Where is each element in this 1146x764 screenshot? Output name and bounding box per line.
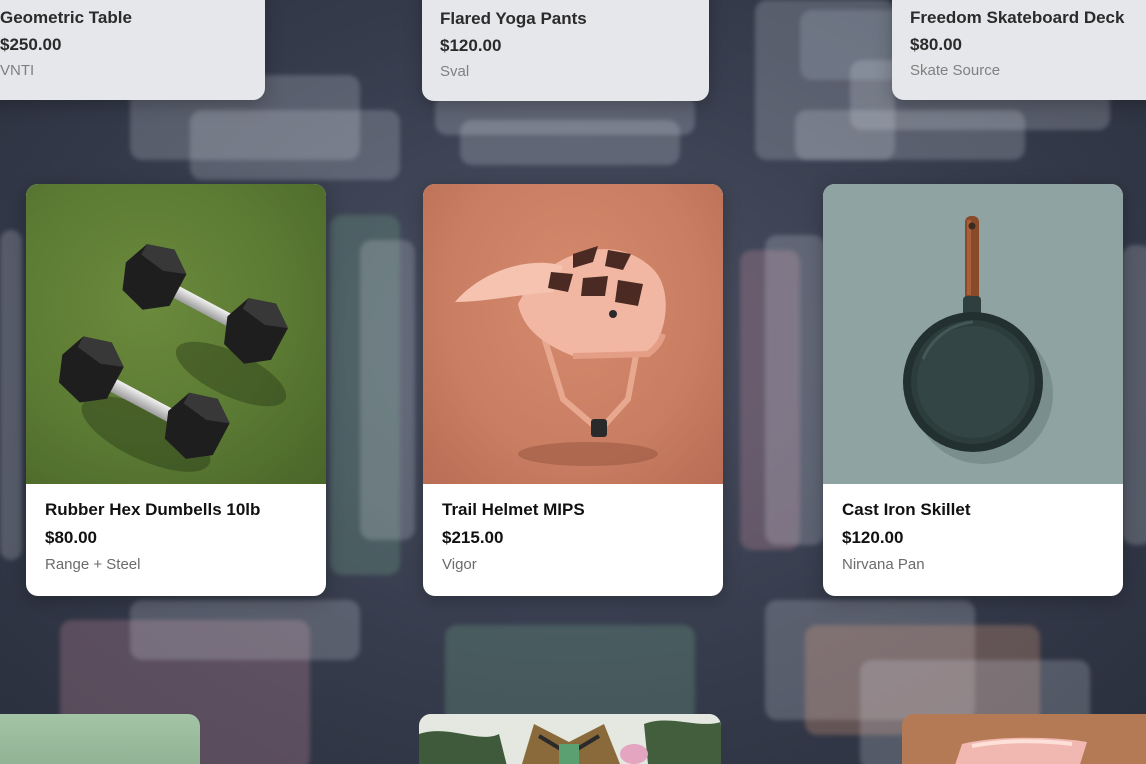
product-price: $120.00 — [842, 528, 904, 547]
product-title: Flared Yoga Pants — [440, 9, 587, 28]
ghost-card — [460, 120, 680, 165]
skillet-icon — [903, 216, 1053, 464]
product-image-dumbbells — [26, 184, 326, 484]
product-title: Cast Iron Skillet — [842, 500, 971, 519]
product-card-skillet[interactable]: Cast Iron Skillet $120.00 Nirvana Pan — [823, 184, 1123, 596]
product-card-bottom-3[interactable] — [902, 714, 1146, 764]
product-brand: VNTI — [0, 62, 35, 79]
pink-product-icon — [902, 714, 1146, 764]
product-brand: Sval — [440, 63, 470, 80]
product-card-top-2[interactable]: Flared Yoga Pants $120.00 Sval — [422, 0, 709, 101]
product-image-helmet — [423, 184, 723, 484]
product-brand: Range + Steel — [45, 556, 141, 573]
ghost-card — [130, 600, 360, 660]
ghost-card — [0, 230, 22, 560]
product-title: Trail Helmet MIPS — [442, 500, 585, 519]
product-card-dumbbells[interactable]: Rubber Hex Dumbells 10lb $80.00 Range + … — [26, 184, 326, 596]
ghost-card — [765, 235, 825, 545]
product-card-helmet[interactable]: Trail Helmet MIPS $215.00 Vigor — [423, 184, 723, 596]
product-image-green — [0, 714, 200, 764]
product-card-bottom-1[interactable] — [0, 714, 200, 764]
product-price: $250.00 — [0, 35, 62, 54]
product-title: Geometric Table — [0, 8, 132, 27]
product-title: Rubber Hex Dumbells 10lb — [45, 500, 261, 519]
product-title: Freedom Skateboard Deck — [910, 8, 1125, 27]
product-card-top-3[interactable]: Freedom Skateboard Deck $80.00 Skate Sou… — [892, 0, 1146, 100]
ghost-card — [445, 625, 695, 725]
product-card-top-1[interactable]: Geometric Table $250.00 VNTI — [0, 0, 265, 100]
product-price: $215.00 — [442, 528, 504, 547]
product-price: $80.00 — [45, 528, 97, 547]
product-card-bottom-2[interactable] — [419, 714, 721, 764]
ghost-card — [190, 110, 400, 180]
person-photo-icon — [419, 714, 721, 764]
helmet-icon — [455, 246, 666, 466]
dumbbells-icon — [58, 244, 288, 472]
product-brand: Nirvana Pan — [842, 556, 925, 573]
product-brand: Skate Source — [910, 62, 1001, 79]
product-price: $120.00 — [440, 36, 502, 55]
product-image-skillet — [823, 184, 1123, 484]
product-price: $80.00 — [910, 35, 962, 54]
ghost-card — [360, 240, 415, 540]
product-brand: Vigor — [442, 556, 477, 573]
ghost-card — [1122, 245, 1146, 545]
